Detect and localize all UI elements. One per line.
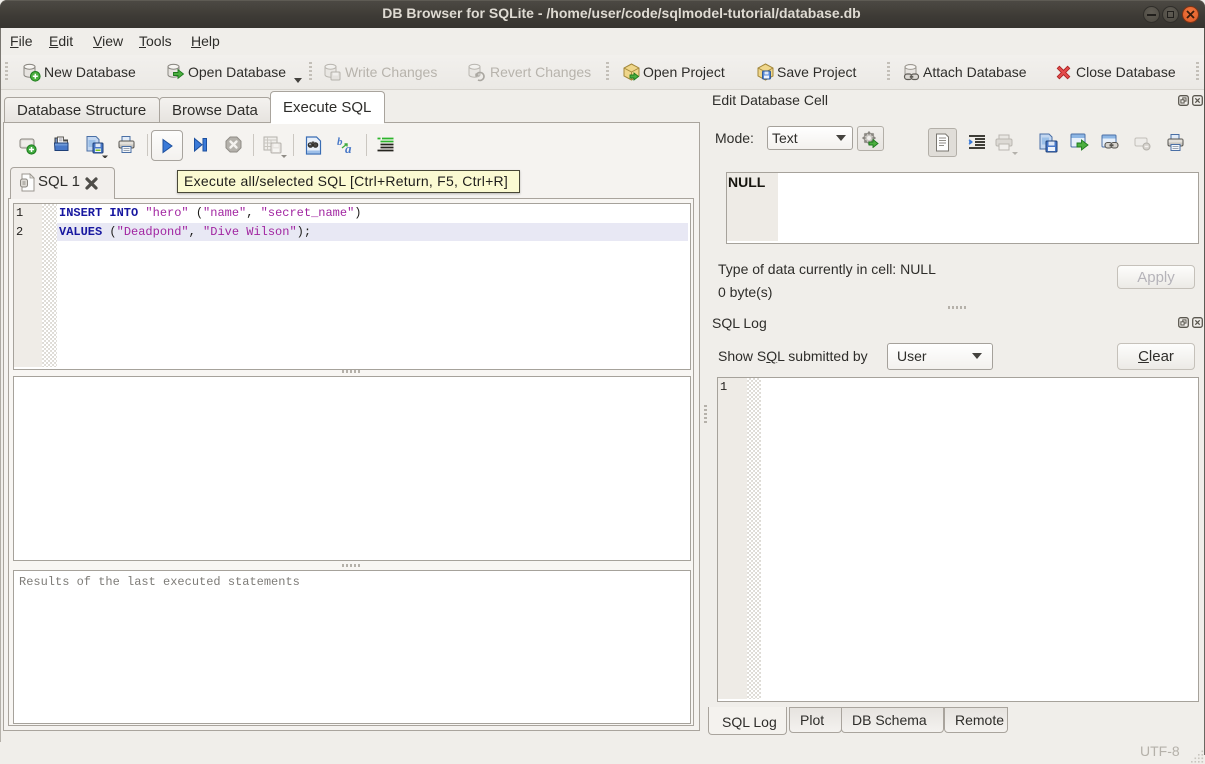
svg-text:b: b [337, 136, 343, 148]
svg-text:a: a [345, 141, 352, 155]
